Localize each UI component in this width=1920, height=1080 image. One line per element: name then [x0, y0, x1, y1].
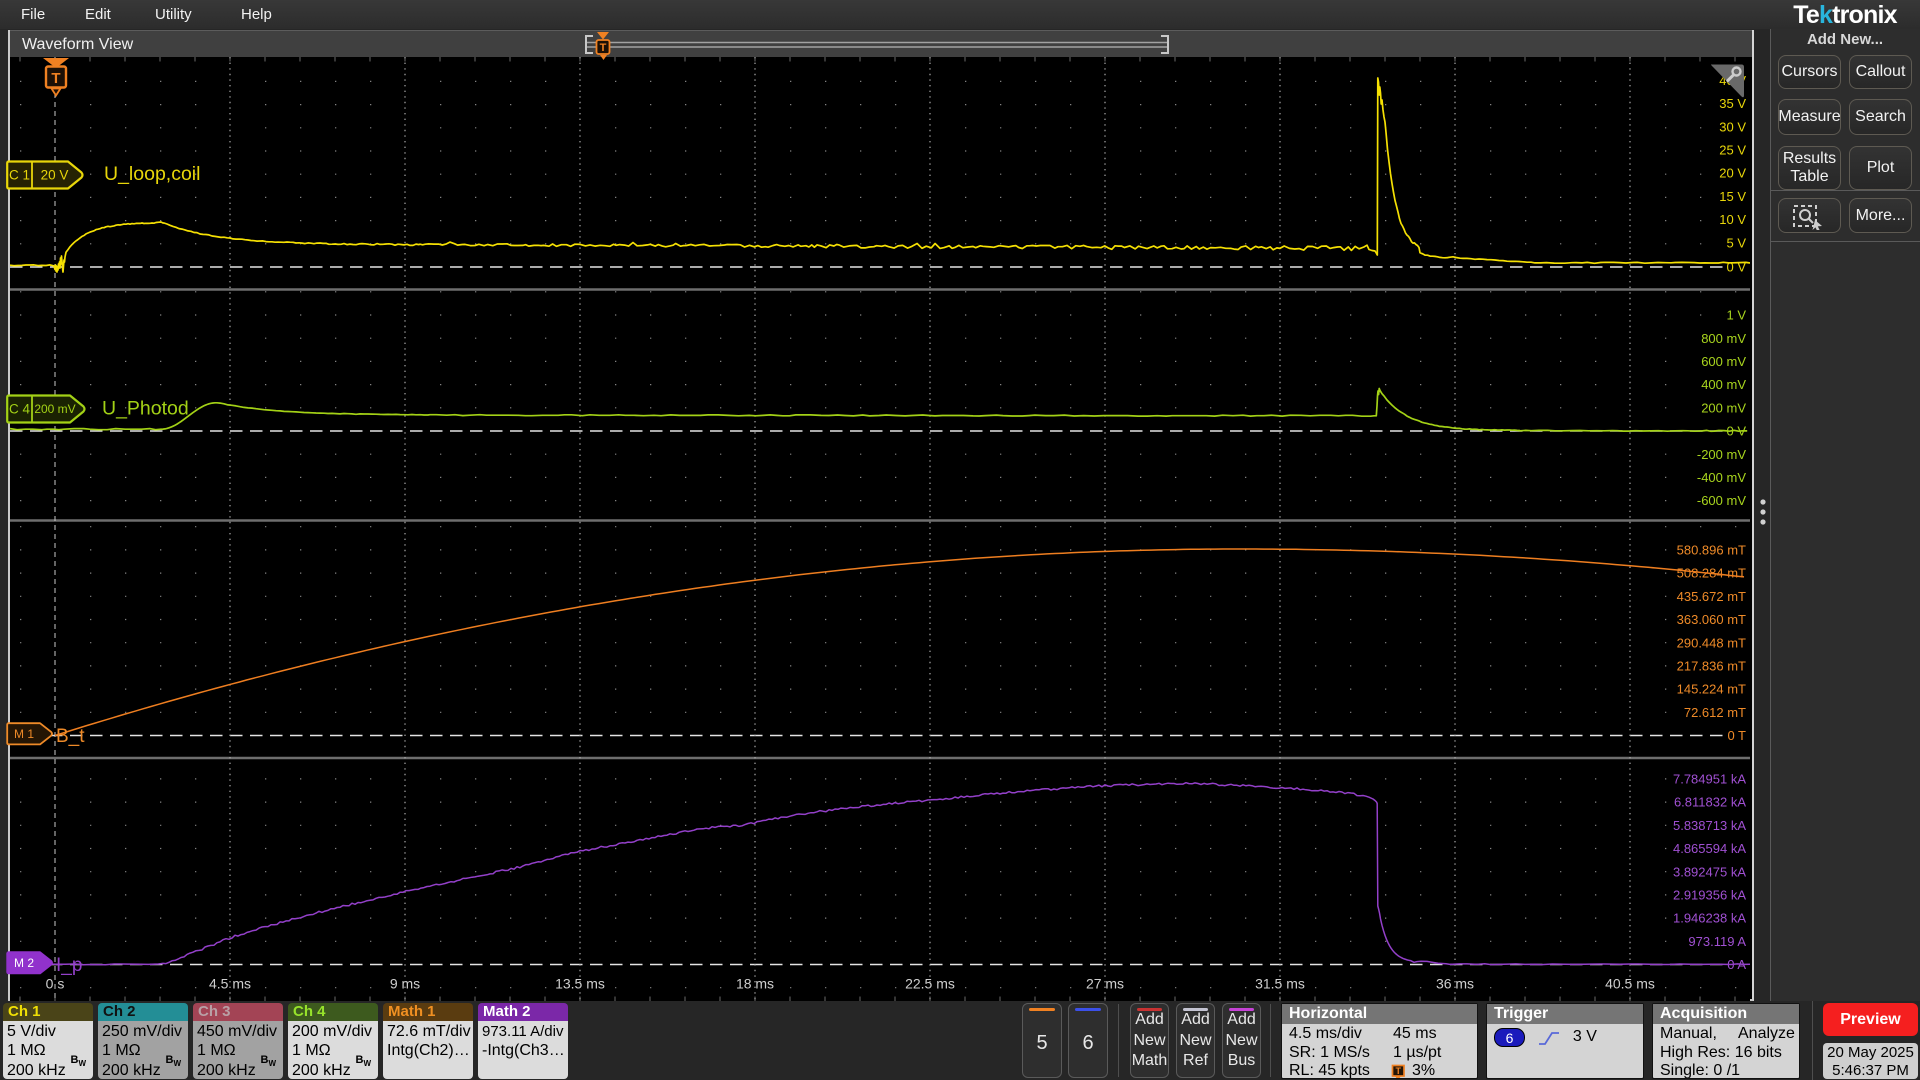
svg-text:290.448 mT: 290.448 mT — [1677, 635, 1746, 650]
svg-text:1 V: 1 V — [1726, 308, 1746, 323]
svg-text:31.5 ms: 31.5 ms — [1255, 976, 1305, 992]
svg-text:22.5 ms: 22.5 ms — [905, 976, 955, 992]
svg-text:4.5 ms: 4.5 ms — [209, 976, 251, 992]
svg-text:10 V: 10 V — [1719, 212, 1746, 227]
svg-text:973.119 A: 973.119 A — [1688, 934, 1746, 949]
svg-text:200 mV: 200 mV — [34, 402, 75, 416]
svg-text:-600 mV: -600 mV — [1697, 493, 1746, 508]
svg-text:363.060 mT: 363.060 mT — [1677, 612, 1746, 627]
svg-text:20 V: 20 V — [1719, 166, 1746, 181]
svg-text:27 ms: 27 ms — [1086, 976, 1124, 992]
svg-text:35 V: 35 V — [1719, 96, 1746, 111]
svg-text:6.811832 kA: 6.811832 kA — [1674, 795, 1746, 810]
svg-text:I_p: I_p — [56, 955, 82, 976]
svg-text:M 1: M 1 — [14, 727, 34, 741]
svg-text:36 ms: 36 ms — [1436, 976, 1474, 992]
svg-text:5.838713 kA: 5.838713 kA — [1673, 818, 1746, 833]
svg-text:-400 mV: -400 mV — [1697, 470, 1746, 485]
svg-text:T: T — [600, 42, 607, 54]
svg-text:30 V: 30 V — [1719, 119, 1746, 134]
svg-text:72.612 mT: 72.612 mT — [1684, 705, 1746, 720]
svg-text:U_loop,coil: U_loop,coil — [104, 163, 200, 185]
svg-text:M 2: M 2 — [14, 956, 34, 970]
svg-text:7.784951 kA: 7.784951 kA — [1673, 772, 1746, 787]
svg-text:T: T — [1395, 1066, 1401, 1076]
svg-text:145.224 mT: 145.224 mT — [1677, 682, 1746, 697]
svg-text:435.672 mT: 435.672 mT — [1677, 589, 1746, 604]
svg-text:2.919356 kA: 2.919356 kA — [1673, 888, 1746, 903]
svg-text:5 V: 5 V — [1726, 235, 1746, 250]
svg-text:4.865594 kA: 4.865594 kA — [1673, 841, 1746, 856]
svg-text:40.5 ms: 40.5 ms — [1605, 976, 1655, 992]
svg-text:C 1: C 1 — [9, 168, 30, 183]
svg-text:580.896 mT: 580.896 mT — [1677, 543, 1746, 558]
svg-text:18 ms: 18 ms — [736, 976, 774, 992]
svg-text:400 mV: 400 mV — [1701, 377, 1746, 392]
svg-text:600 mV: 600 mV — [1701, 354, 1746, 369]
svg-text:20 V: 20 V — [41, 168, 69, 183]
svg-text:B_t: B_t — [56, 726, 85, 747]
svg-text:13.5 ms: 13.5 ms — [555, 976, 605, 992]
svg-text:200 mV: 200 mV — [1701, 400, 1746, 415]
svg-text:U_Photod: U_Photod — [102, 398, 189, 420]
svg-text:0 T: 0 T — [1727, 728, 1746, 743]
svg-text:-200 mV: -200 mV — [1697, 447, 1746, 462]
svg-text:3.892475 kA: 3.892475 kA — [1673, 864, 1746, 879]
svg-text:217.836 mT: 217.836 mT — [1677, 659, 1746, 674]
svg-text:1.946238 kA: 1.946238 kA — [1673, 911, 1746, 926]
svg-text:T: T — [51, 70, 60, 87]
svg-text:800 mV: 800 mV — [1701, 331, 1746, 346]
svg-text:9 ms: 9 ms — [390, 976, 420, 992]
svg-text:C 4: C 4 — [9, 402, 31, 417]
svg-text:15 V: 15 V — [1719, 189, 1746, 204]
svg-text:25 V: 25 V — [1719, 143, 1746, 158]
